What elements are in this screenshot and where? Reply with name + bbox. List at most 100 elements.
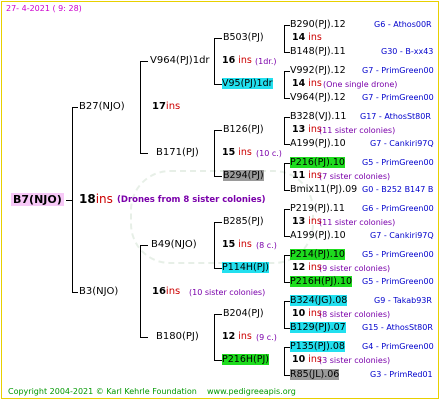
gen4-queen[interactable]: Bmix11(PJ).09: [290, 184, 357, 195]
gen4-queen[interactable]: B324(JG).08: [290, 295, 348, 306]
ins-number: 13: [292, 124, 306, 135]
ins-label: ins: [238, 239, 252, 250]
gen2-ins-count: 12 ins: [222, 331, 252, 342]
connector: [284, 25, 285, 52]
gen4-info: G30 - B-xx43: [381, 47, 434, 56]
ins-label: ins: [238, 55, 252, 66]
gen2-note: (10 c.): [256, 149, 282, 158]
ins-label: ins: [165, 101, 181, 112]
gen3-queen[interactable]: B126(PJ): [223, 124, 264, 135]
connector: [72, 107, 73, 293]
gen4-queen[interactable]: V964(PJ).12: [290, 92, 346, 103]
gen4-info: G9 - Takab93R: [374, 296, 432, 305]
ins-number: 12: [292, 262, 306, 273]
connector: [140, 61, 148, 62]
ins-number: 18: [79, 192, 96, 206]
connector: [214, 84, 222, 85]
ins-label: ins: [308, 78, 322, 89]
gen1-ins-count: 17ins: [152, 101, 180, 113]
gen4-info: G6 - Athos00R: [374, 20, 432, 29]
connector: [214, 268, 222, 269]
gen2-ins-count: 15 ins: [222, 147, 252, 158]
gen4-info: G3 - PrimRed01: [370, 370, 433, 379]
connector: [214, 38, 215, 85]
gen4-queen[interactable]: P216H(PJ).10: [290, 276, 353, 287]
gen3-ins-count: 13 ins: [292, 124, 322, 135]
gen2-queen[interactable]: B171(PJ): [156, 147, 199, 159]
gen2-note: (8 c.): [256, 241, 277, 250]
root-ins-count: 18ins: [79, 193, 113, 206]
ins-number: 16: [152, 286, 166, 297]
gen1-queen[interactable]: B27(NJO): [79, 101, 125, 113]
gen3-queen[interactable]: B503(PJ): [223, 32, 264, 43]
gen4-queen[interactable]: R85(JL).06: [290, 369, 340, 380]
gen2-queen[interactable]: B180(PJ): [156, 331, 199, 343]
gen3-queen[interactable]: V95(PJ)1dr: [222, 78, 273, 89]
gen1-ins-count: 16ins: [152, 286, 180, 298]
ins-number: 11: [292, 170, 306, 181]
gen3-queen[interactable]: B204(PJ): [223, 308, 264, 319]
gen4-queen[interactable]: A199(PJ).10: [290, 230, 346, 241]
connector: [214, 130, 215, 177]
connector: [284, 209, 285, 236]
gen4-queen[interactable]: P135(PJ).08: [290, 341, 345, 352]
ins-number: 16: [222, 55, 236, 66]
gen3-note: (9 sister colonies): [319, 264, 391, 273]
gen2-queen[interactable]: B49(NJO): [151, 239, 197, 251]
ins-number: 12: [222, 331, 236, 342]
gen4-queen[interactable]: V992(PJ).12: [290, 65, 346, 76]
gen1-note: (10 sister colonies): [189, 288, 266, 297]
gen3-ins-count: 13 ins: [292, 216, 322, 227]
gen3-note: (One single drone): [323, 80, 398, 89]
gen3-ins-count: 11 ins: [292, 170, 322, 181]
gen3-queen[interactable]: P114H(PJ): [222, 262, 269, 273]
root-queen[interactable]: B7(NJO): [11, 193, 64, 206]
gen4-queen[interactable]: B328(VJ).11: [290, 111, 346, 122]
gen3-note: (11 sister colonies): [319, 126, 396, 135]
connector: [140, 153, 148, 154]
gen2-queen[interactable]: V964(PJ)1dr: [150, 55, 210, 67]
gen4-queen[interactable]: A199(PJ).10: [290, 138, 346, 149]
gen3-ins-count: 10 ins: [292, 354, 322, 365]
ins-number: 13: [292, 216, 306, 227]
connector: [214, 314, 215, 361]
gen4-queen[interactable]: P214(PJ).10: [290, 249, 345, 260]
ins-number: 15: [222, 147, 236, 158]
connector: [284, 255, 285, 282]
gen4-queen[interactable]: P216(PJ).10: [290, 157, 345, 168]
gen2-note: (1dr.): [255, 57, 277, 66]
gen4-queen[interactable]: B129(PJ).07: [290, 322, 346, 333]
ins-number: 17: [152, 101, 166, 112]
connector: [140, 61, 141, 154]
gen4-info: G7 - Cankiri97Q: [370, 139, 434, 148]
ins-number: 14: [292, 78, 306, 89]
gen4-queen[interactable]: B148(PJ).11: [290, 46, 346, 57]
gen3-queen[interactable]: P216H(PJ): [222, 354, 269, 365]
gen3-note: (3 sister colonies): [319, 356, 391, 365]
connector: [140, 337, 148, 338]
connector: [214, 360, 222, 361]
connector: [284, 163, 285, 190]
gen4-info: G17 - AthosSt80R: [360, 112, 431, 121]
root-note: (Drones from 8 sister colonies): [117, 195, 266, 205]
connector: [284, 117, 285, 144]
ins-number: 14: [292, 32, 306, 43]
gen4-info: G4 - PrimGreen00: [362, 342, 434, 351]
gen3-note: (11 sister colonies): [319, 218, 396, 227]
connector: [284, 301, 285, 328]
ins-number: 10: [292, 308, 306, 319]
gen4-queen[interactable]: P219(PJ).11: [290, 203, 345, 214]
gen3-queen[interactable]: B285(PJ): [223, 216, 264, 227]
connector: [72, 107, 78, 108]
gen4-info: G5 - PrimGreen00: [362, 250, 434, 259]
site-link[interactable]: www.pedigreeapis.org: [207, 386, 296, 397]
gen4-info: G5 - PrimGreen00: [362, 277, 434, 286]
print-date: 27- 4-2021 ( 9: 28): [6, 4, 82, 13]
connector: [72, 292, 78, 293]
ins-label: ins: [238, 331, 252, 342]
ins-label: ins: [165, 286, 181, 297]
gen4-queen[interactable]: B290(PJ).12: [290, 19, 346, 30]
connector: [214, 176, 222, 177]
gen3-queen[interactable]: B294(PJ): [223, 170, 264, 181]
gen1-queen[interactable]: B3(NJO): [79, 286, 118, 298]
